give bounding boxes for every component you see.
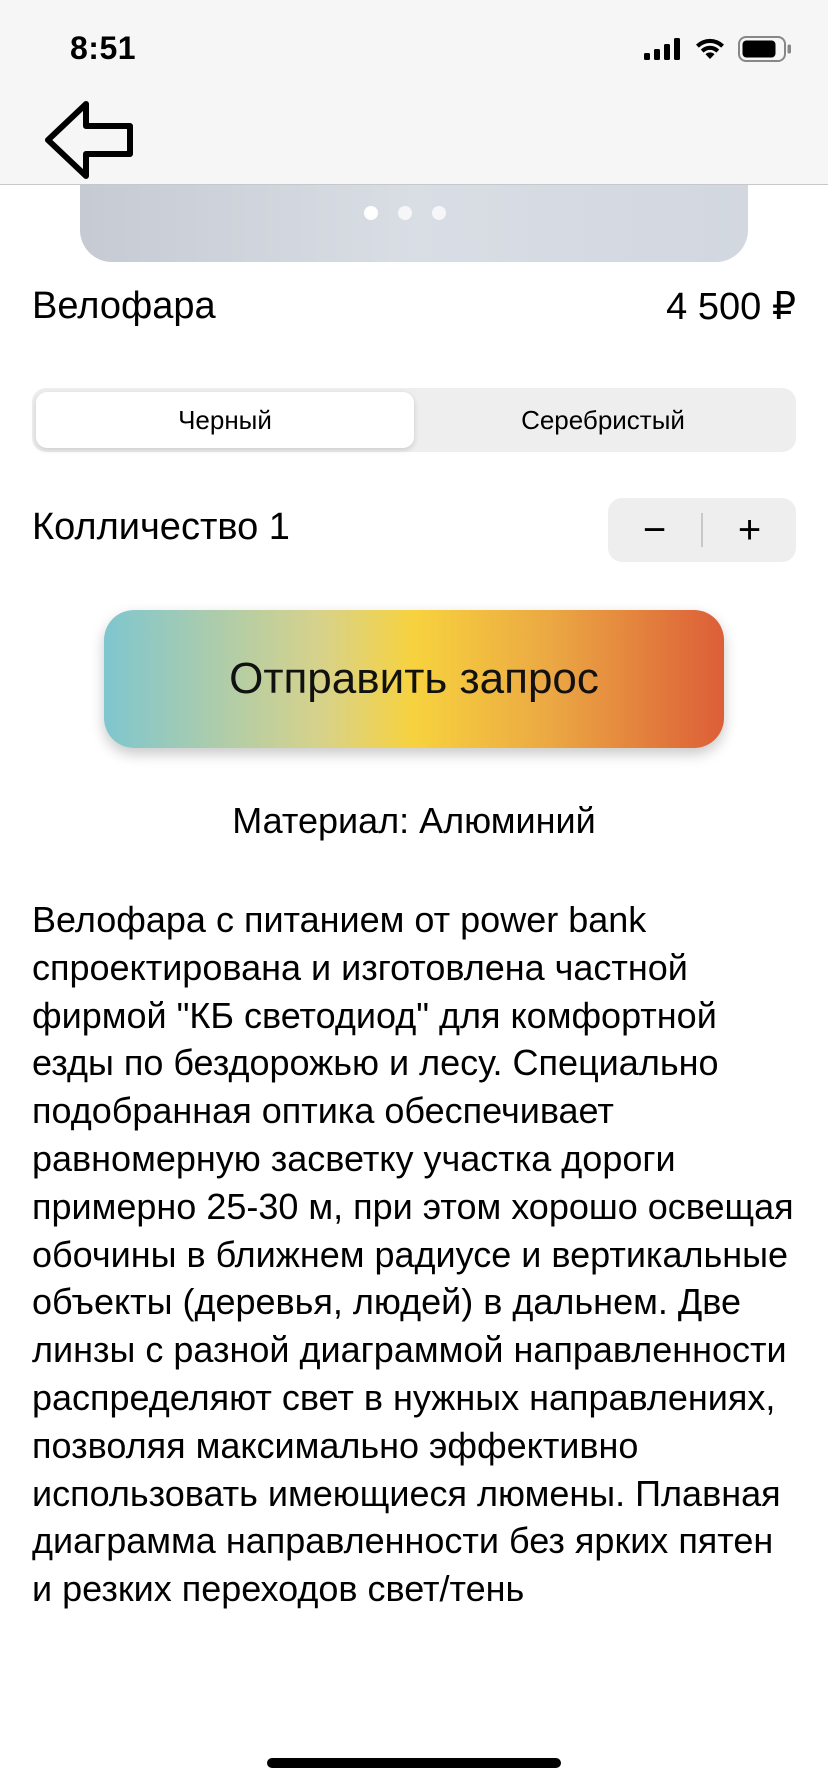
page-dot-active xyxy=(364,206,378,220)
home-indicator[interactable] xyxy=(267,1758,561,1768)
status-time: 8:51 xyxy=(70,30,137,66)
page-dot xyxy=(432,206,446,220)
carousel-page-indicator xyxy=(364,206,446,220)
status-icons xyxy=(644,36,792,62)
quantity-label: Колличество 1 xyxy=(32,506,290,548)
product-price: 4 500 ₽ xyxy=(666,285,796,328)
send-request-button[interactable]: Отправить запрос xyxy=(104,610,724,748)
decrement-button[interactable]: − xyxy=(608,498,701,562)
color-selector: Черный Серебристый xyxy=(32,388,796,452)
color-option-black[interactable]: Черный xyxy=(36,392,414,448)
top-bar: 8:51 xyxy=(0,0,828,185)
product-header: Велофара 4 500 ₽ xyxy=(32,282,796,330)
product-screen: 8:51 Велофара 4 500 ₽ Черный Серебристый… xyxy=(0,0,828,1792)
product-description: Велофара с питанием от power bank спроек… xyxy=(32,899,794,1610)
battery-icon xyxy=(738,36,791,62)
material-info: Материал: Алюминий xyxy=(232,800,596,841)
page-dot xyxy=(398,206,412,220)
color-option-silver[interactable]: Серебристый xyxy=(414,392,792,448)
increment-button[interactable]: + xyxy=(703,498,796,562)
wifi-icon xyxy=(696,38,724,59)
back-arrow-icon xyxy=(45,101,133,179)
product-title: Велофара xyxy=(32,284,216,327)
cellular-signal-icon xyxy=(644,38,680,60)
quantity-stepper: − + xyxy=(608,498,796,562)
back-button[interactable] xyxy=(44,100,136,180)
